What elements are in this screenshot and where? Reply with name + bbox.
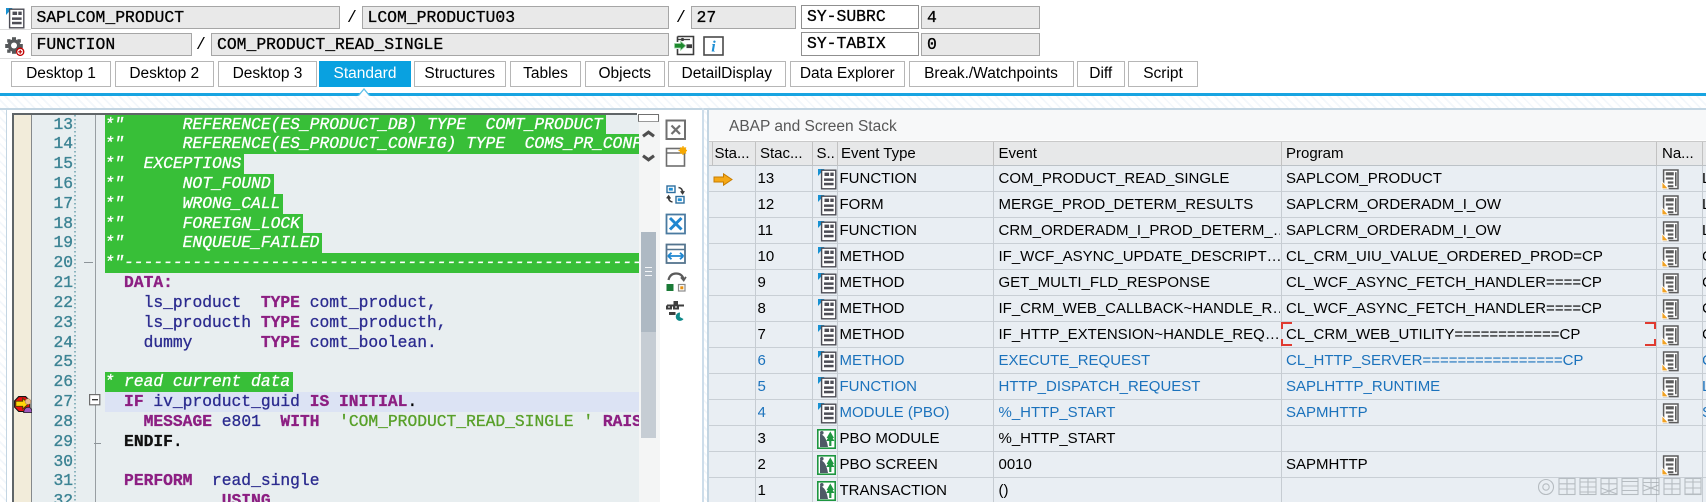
svg-text:i: i	[711, 39, 716, 56]
